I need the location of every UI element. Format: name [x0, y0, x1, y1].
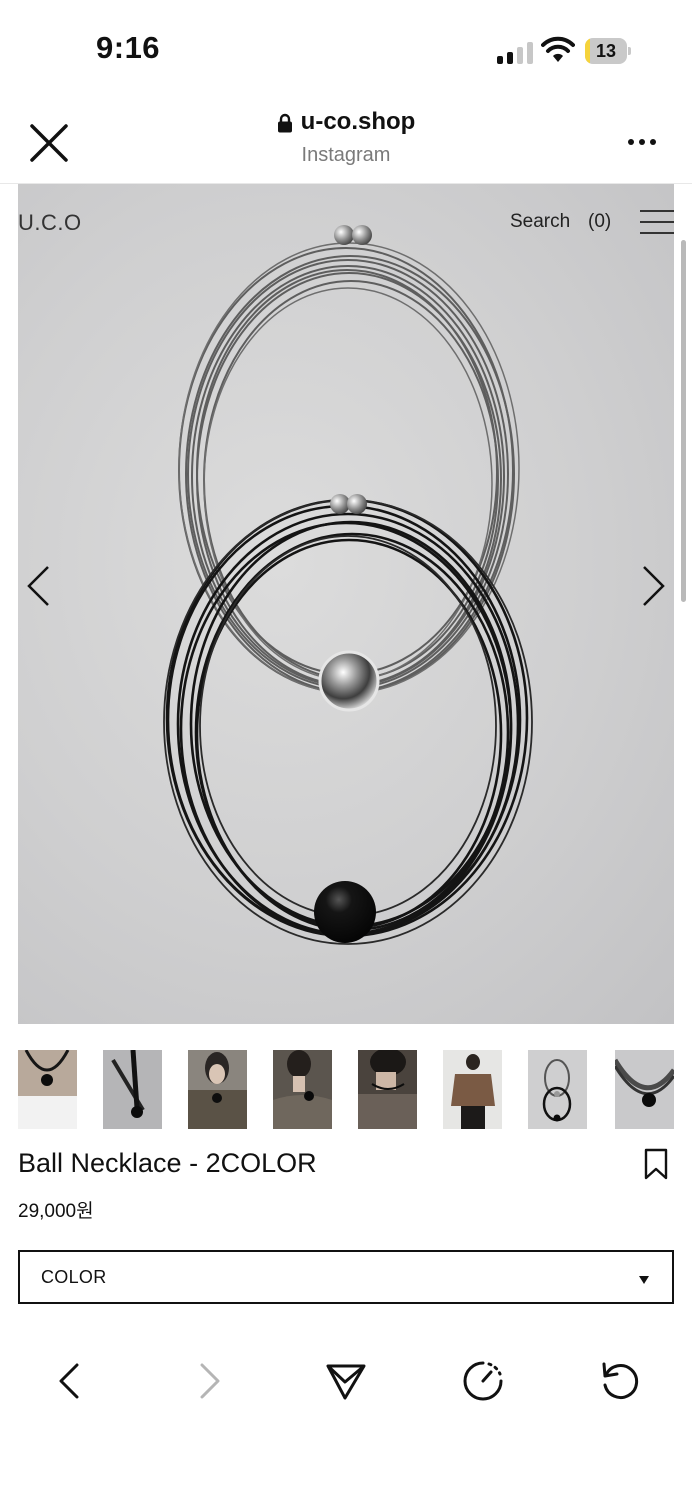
color-option-select[interactable]: COLOR — [18, 1250, 674, 1304]
cart-count-link[interactable]: (0) — [588, 211, 611, 233]
site-logo[interactable]: U.C.O — [18, 210, 82, 236]
source-app-label: Instagram — [301, 144, 391, 166]
product-price: 29,000원 — [18, 1201, 94, 1222]
browser-bottom-nav — [0, 1336, 692, 1426]
thumbnail-image[interactable] — [615, 1050, 674, 1129]
site-search-link[interactable]: Search — [510, 211, 570, 233]
status-bar: 9:16 13 — [0, 0, 692, 100]
product-title: Ball Necklace - 2COLOR — [18, 1148, 317, 1178]
battery-level: 13 — [595, 41, 617, 61]
thumbnail-image[interactable] — [443, 1050, 502, 1129]
more-icon[interactable] — [624, 130, 660, 154]
lock-icon — [277, 112, 293, 133]
necklace-photo — [163, 225, 533, 945]
battery-icon: 13 — [585, 38, 631, 64]
cellular-signal-icon — [497, 40, 533, 64]
page-scrollbar[interactable] — [681, 240, 686, 602]
thumbnail-image[interactable] — [188, 1050, 247, 1129]
menu-icon[interactable] — [640, 210, 674, 234]
timer-icon[interactable] — [460, 1358, 506, 1404]
product-main-image[interactable]: U.C.O Search (0) — [18, 184, 674, 1024]
chevron-left-icon[interactable] — [24, 564, 52, 608]
url-display[interactable]: u-co.shop Instagram — [0, 108, 692, 167]
color-option-label: COLOR — [41, 1267, 107, 1287]
thumbnail-image[interactable] — [528, 1050, 587, 1129]
thumbnail-strip — [18, 1050, 674, 1130]
wifi-icon — [541, 36, 575, 64]
reload-icon[interactable] — [597, 1358, 643, 1404]
status-time: 9:16 — [96, 30, 161, 65]
back-icon[interactable] — [48, 1358, 94, 1404]
thumbnail-image[interactable] — [103, 1050, 162, 1129]
thumbnail-image[interactable] — [18, 1050, 77, 1129]
thumbnail-image[interactable] — [358, 1050, 417, 1129]
bookmark-icon[interactable] — [644, 1148, 668, 1180]
thumbnail-image[interactable] — [273, 1050, 332, 1129]
forward-icon[interactable] — [185, 1358, 231, 1404]
url-domain: u-co.shop — [300, 108, 416, 135]
browser-header: u-co.shop Instagram — [0, 100, 692, 184]
share-icon[interactable] — [323, 1358, 369, 1404]
caret-down-icon — [638, 1272, 650, 1284]
chevron-right-icon[interactable] — [640, 564, 668, 608]
